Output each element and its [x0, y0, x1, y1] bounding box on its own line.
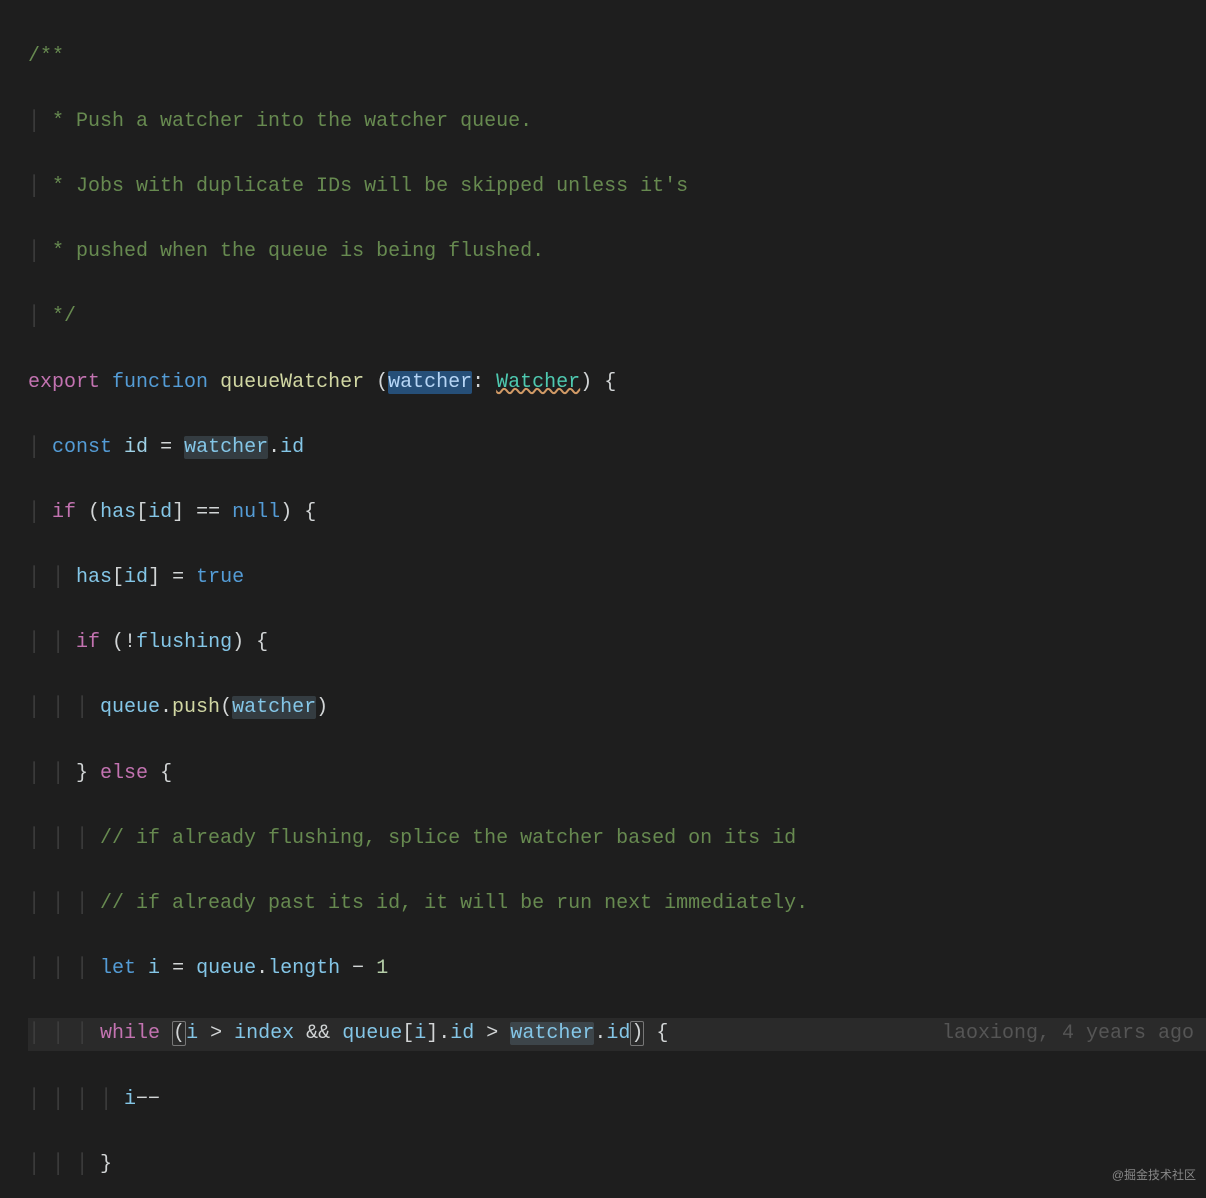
var-i: i: [124, 1088, 136, 1111]
type-watcher: Watcher: [496, 371, 580, 394]
keyword-null: null: [232, 501, 280, 524]
prop-id: id: [450, 1022, 474, 1045]
literal-one: 1: [376, 957, 388, 980]
code-line: │ │ has[id] = true: [28, 562, 1206, 595]
code-line: │ │ │ let i = queue.length − 1: [28, 953, 1206, 986]
keyword-export: export: [28, 371, 100, 394]
code-editor[interactable]: /** │ * Push a watcher into the watcher …: [0, 0, 1206, 1198]
param-watcher: watcher: [388, 371, 472, 394]
var-watcher: watcher: [184, 436, 268, 459]
comment-text: * pushed when the queue is being flushed…: [40, 240, 544, 263]
var-queue: queue: [100, 696, 160, 719]
code-line: │ │ │ queue.push(watcher): [28, 692, 1206, 725]
keyword-let: let: [100, 957, 136, 980]
code-line: export function queueWatcher (watcher: W…: [28, 367, 1206, 400]
keyword-if: if: [76, 631, 100, 654]
var-id: id: [124, 566, 148, 589]
code-line-active: │ │ │ while (i > index && queue[i].id > …: [28, 1018, 1206, 1051]
var-id: id: [124, 436, 148, 459]
keyword-const: const: [52, 436, 112, 459]
code-line: │ │ if (!flushing) {: [28, 627, 1206, 660]
code-line: │ * Push a watcher into the watcher queu…: [28, 106, 1206, 139]
var-watcher: watcher: [232, 696, 316, 719]
code-line: │ */: [28, 301, 1206, 334]
literal-true: true: [196, 566, 244, 589]
watermark-text: @掘金技术社区: [1112, 1159, 1196, 1192]
code-line: │ │ │ │ i−−: [28, 1084, 1206, 1117]
var-queue: queue: [342, 1022, 402, 1045]
var-has: has: [76, 566, 112, 589]
comment-text: // if already flushing, splice the watch…: [100, 827, 796, 850]
prop-id: id: [606, 1022, 630, 1045]
code-line: │ * pushed when the queue is being flush…: [28, 236, 1206, 269]
code-line: │ │ │ // if already flushing, splice the…: [28, 823, 1206, 856]
keyword-else: else: [100, 762, 148, 785]
var-flushing: flushing: [136, 631, 232, 654]
code-line: │ * Jobs with duplicate IDs will be skip…: [28, 171, 1206, 204]
code-line: │ │ } else {: [28, 758, 1206, 791]
code-line: /**: [28, 41, 1206, 74]
var-watcher: watcher: [510, 1022, 594, 1045]
comment-text: /**: [28, 45, 64, 68]
git-blame-annotation: laoxiong, 4 years ago: [942, 1018, 1194, 1051]
keyword-function: function: [112, 371, 208, 394]
keyword-while: while: [100, 1022, 160, 1045]
var-i: i: [148, 957, 160, 980]
var-queue: queue: [196, 957, 256, 980]
method-push: push: [172, 696, 220, 719]
code-line: │ const id = watcher.id: [28, 432, 1206, 465]
comment-text: */: [40, 305, 76, 328]
prop-length: length: [268, 957, 340, 980]
var-i: i: [186, 1022, 198, 1045]
code-line: │ if (has[id] == null) {: [28, 497, 1206, 530]
comment-text: * Push a watcher into the watcher queue.: [40, 110, 532, 133]
function-name: queueWatcher: [220, 371, 364, 394]
var-index: index: [234, 1022, 294, 1045]
var-has: has: [100, 501, 136, 524]
comment-text: * Jobs with duplicate IDs will be skippe…: [40, 175, 688, 198]
var-i: i: [414, 1022, 426, 1045]
var-id: id: [148, 501, 172, 524]
code-line: │ │ │ // if already past its id, it will…: [28, 888, 1206, 921]
code-line: │ │ │ }: [28, 1149, 1206, 1182]
keyword-if: if: [52, 501, 76, 524]
prop-id: id: [280, 436, 304, 459]
comment-text: // if already past its id, it will be ru…: [100, 892, 808, 915]
